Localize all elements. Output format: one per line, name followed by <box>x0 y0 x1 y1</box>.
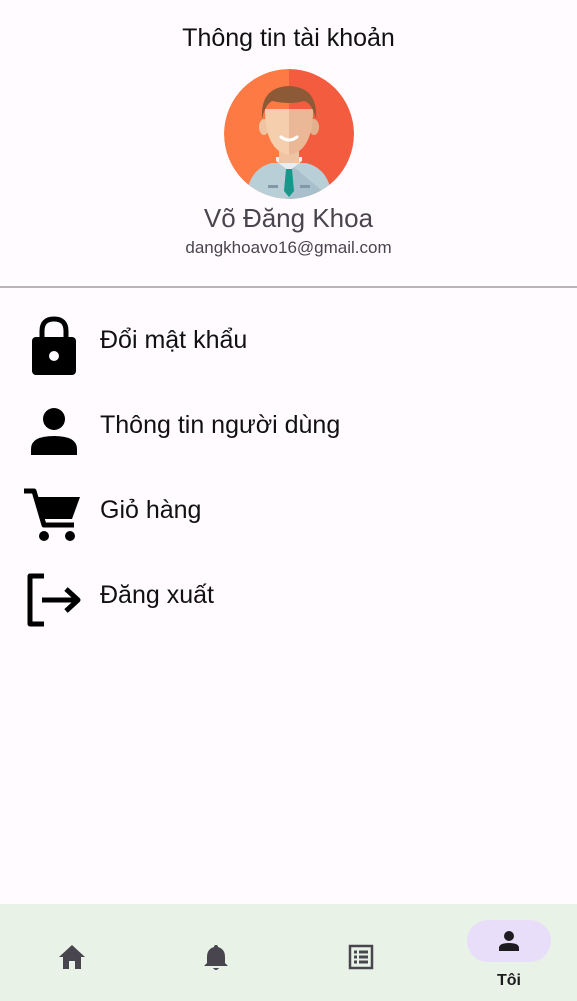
home-icon <box>57 942 87 972</box>
nav-list[interactable] <box>289 904 433 1001</box>
menu-item-label: Giỏ hàng <box>100 496 202 524</box>
user-name: Võ Đăng Khoa <box>203 203 374 233</box>
page-title: Thông tin tài khoản <box>182 24 395 52</box>
list-icon <box>346 942 376 972</box>
nav-home[interactable] <box>0 904 144 1001</box>
menu-item-user-info[interactable]: Thông tin người dùng <box>0 391 577 461</box>
header-divider <box>0 286 577 288</box>
menu-item-label: Thông tin người dùng <box>100 411 341 439</box>
person-icon <box>495 927 523 955</box>
user-email: dangkhoavo16@gmail.com <box>185 238 392 257</box>
menu-item-logout[interactable]: Đăng xuất <box>0 561 577 631</box>
cart-icon <box>22 483 84 545</box>
account-header: Thông tin tài khoản Võ Đăng Khoa dangkho… <box>0 0 577 287</box>
nav-notifications[interactable] <box>144 904 288 1001</box>
menu-item-label: Đổi mật khẩu <box>100 326 248 354</box>
avatar <box>224 69 354 199</box>
logout-icon <box>22 568 84 630</box>
menu-item-change-password[interactable]: Đổi mật khẩu <box>0 306 577 376</box>
person-icon <box>22 398 84 460</box>
bottom-navigation: Tôi <box>0 904 577 1001</box>
bell-icon <box>201 942 231 972</box>
nav-profile-label: Tôi <box>497 972 521 989</box>
menu-item-cart[interactable]: Giỏ hàng <box>0 476 577 546</box>
menu-item-label: Đăng xuất <box>100 581 214 609</box>
lock-icon <box>22 313 84 375</box>
